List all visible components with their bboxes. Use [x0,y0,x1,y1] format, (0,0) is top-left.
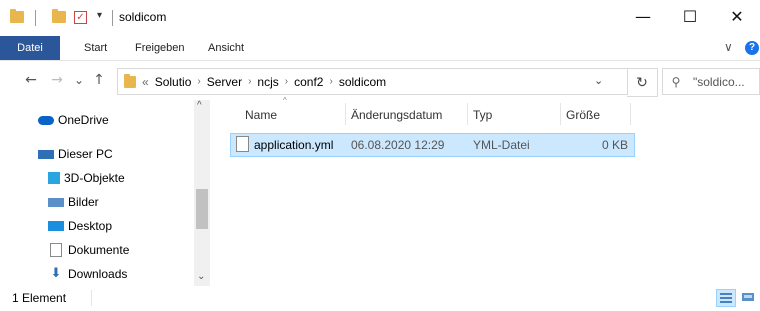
large-icons-view-button[interactable] [739,289,757,305]
breadcrumb-item[interactable]: Solutio [155,75,192,89]
sort-indicator-icon: ^ [283,96,287,105]
breadcrumb-separator-icon[interactable]: › [197,76,200,87]
help-icon[interactable]: ? [745,41,759,55]
tab-share[interactable]: Freigeben [135,42,185,54]
documents-icon [50,243,62,257]
sidebar-item-label: 3D-Objekte [64,171,125,185]
sidebar-scroll-thumb[interactable] [196,189,208,229]
tab-start[interactable]: Start [84,42,107,54]
expand-ribbon-icon[interactable]: ∨ [724,40,733,54]
status-bar: 1 Element [0,286,760,311]
divider [35,10,36,26]
breadcrumb-separator-icon[interactable]: › [329,76,332,87]
file-type: YML-Datei [473,138,530,152]
file-name: application.yml [254,138,334,152]
large-icons-view-icon [742,293,754,301]
maximize-button[interactable]: ☐ [667,0,713,32]
column-divider[interactable] [630,103,631,125]
3d-objects-icon [48,172,60,184]
search-placeholder: "soldico... [693,74,745,89]
file-icon [236,136,249,152]
column-divider[interactable] [560,103,561,125]
sidebar-item-3d-objects[interactable]: 3D-Objekte [48,168,125,188]
sidebar-item-label: Downloads [68,267,128,281]
folder-icon [10,9,24,23]
refresh-button[interactable]: ↻ [627,68,658,97]
ribbon-tabs: Datei Start Freigeben Ansicht ∨ ? [0,36,760,61]
scroll-down-icon[interactable]: ⌄ [197,271,205,282]
sidebar-item-downloads[interactable]: ⬇ Downloads [48,264,128,284]
sidebar-item-label: OneDrive [58,113,109,127]
breadcrumb-separator-icon[interactable]: › [248,76,251,87]
customize-quick-access-icon[interactable]: ▾ [97,10,102,21]
close-button[interactable]: ✕ [714,0,760,32]
breadcrumb-item[interactable]: Server [207,75,242,89]
address-bar[interactable]: « Solutio › Server › ncjs › conf2 › sold… [117,68,628,95]
sidebar-item-label: Desktop [68,219,113,233]
properties-check-icon[interactable]: ✓ [74,11,87,24]
divider [112,10,113,26]
new-folder-icon[interactable] [52,9,66,23]
sidebar-item-desktop[interactable]: Desktop [48,216,112,236]
details-view-button[interactable] [716,289,736,307]
navigation-bar: ← → ⌄ ↑ « Solutio › Server › ncjs › conf… [0,61,760,101]
sidebar-item-pictures[interactable]: Bilder [48,192,99,212]
details-view-icon [720,293,732,303]
folder-icon [124,73,136,88]
tab-view[interactable]: Ansicht [208,42,244,54]
column-divider[interactable] [345,103,346,125]
file-size: 0 KB [601,138,628,152]
up-button[interactable]: ↑ [88,69,110,91]
file-date: 06.08.2020 12:29 [351,138,445,152]
file-row[interactable]: application.yml 06.08.2020 12:29 YML-Dat… [230,133,635,157]
item-count: 1 Element [12,291,67,305]
column-header-name[interactable]: Name [245,108,277,122]
column-divider[interactable] [467,103,468,125]
navigation-pane: OneDrive Dieser PC 3D-Objekte Bilder Des… [0,100,208,286]
breadcrumb-item[interactable]: conf2 [294,75,323,89]
pictures-icon [48,197,64,207]
desktop-icon [48,221,64,231]
recent-locations-button[interactable]: ⌄ [68,69,90,91]
breadcrumb-item[interactable]: soldicom [339,75,386,89]
scroll-up-icon[interactable]: ^ [197,100,202,111]
divider [91,290,92,306]
address-dropdown-icon[interactable]: ⌄ [594,74,603,87]
this-pc-icon [38,149,54,159]
sidebar-item-label: Bilder [68,195,99,209]
title-bar: ✓ ▾ soldicom — ☐ ✕ [0,0,760,36]
search-input[interactable]: ⚲ "soldico... [662,68,760,95]
breadcrumb-overflow[interactable]: « [142,75,149,89]
breadcrumb-separator-icon[interactable]: › [285,76,288,87]
sidebar-item-this-pc[interactable]: Dieser PC [38,144,113,164]
forward-button[interactable]: → [46,69,68,91]
sidebar-item-label: Dokumente [68,243,130,257]
downloads-icon: ⬇ [50,266,62,281]
back-button[interactable]: ← [20,69,42,91]
sidebar-item-onedrive[interactable]: OneDrive [38,110,109,130]
breadcrumb-item[interactable]: ncjs [257,75,278,89]
sidebar-item-documents[interactable]: Dokumente [48,240,129,260]
column-header-type[interactable]: Typ [473,108,492,122]
search-icon: ⚲ [671,74,681,89]
column-header-date[interactable]: Änderungsdatum [351,108,442,122]
onedrive-icon [38,115,54,125]
minimize-button[interactable]: — [620,0,666,32]
tab-file[interactable]: Datei [0,36,60,60]
window-title: soldicom [119,10,167,24]
sidebar-item-label: Dieser PC [58,147,113,161]
column-header-size[interactable]: Größe [566,108,600,122]
